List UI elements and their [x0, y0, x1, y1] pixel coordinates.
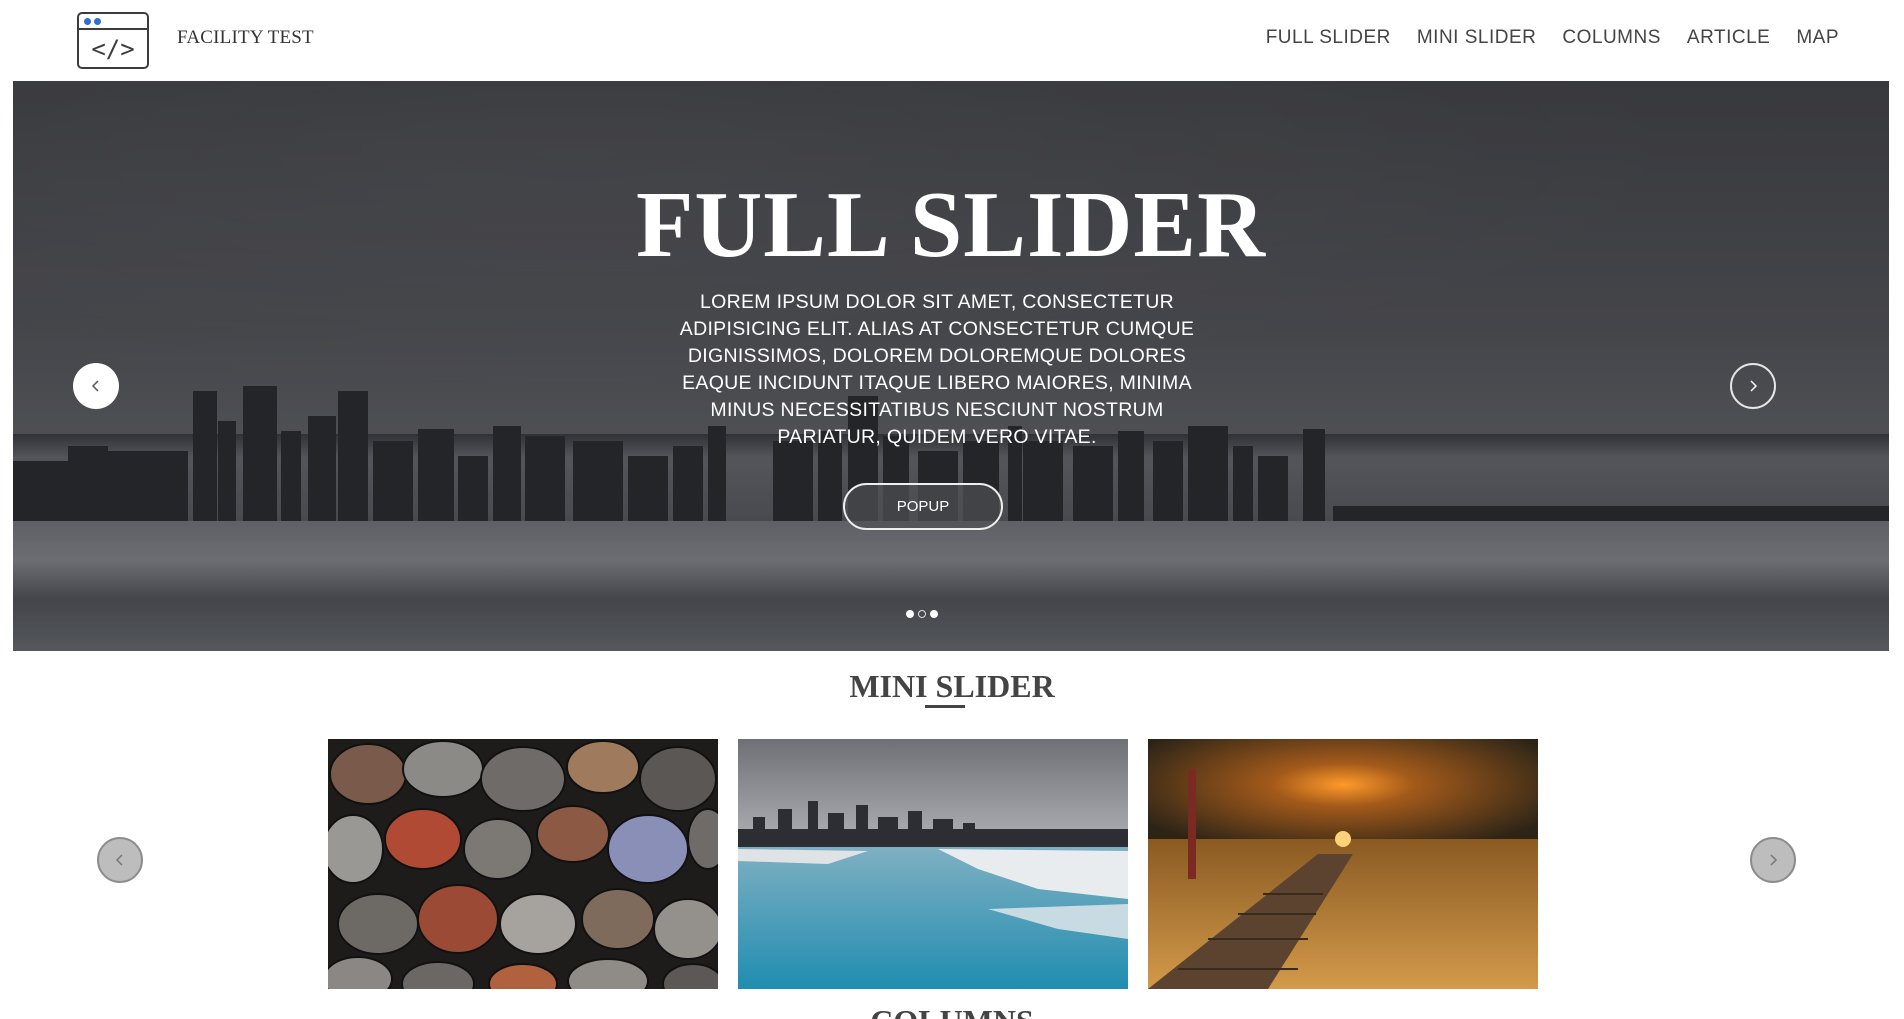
columns-section-title: COLUMNS [0, 1003, 1904, 1019]
nav-link-mini-slider[interactable]: MINI SLIDER [1417, 27, 1537, 49]
main-nav: FULL SLIDER MINI SLIDER COLUMNS ARTICLE … [1266, 27, 1839, 49]
nav-link-article[interactable]: ARTICLE [1687, 27, 1770, 49]
chevron-left-icon [91, 380, 99, 392]
chevron-right-icon [1770, 854, 1778, 866]
site-header: </> FACILITY TEST FULL SLIDER MINI SLIDE… [0, 0, 1904, 80]
full-slider: FULL SLIDER LOREM IPSUM DOLOR SIT AMET, … [13, 81, 1889, 651]
code-glyph: </> [91, 35, 135, 63]
slide-dot-3[interactable] [930, 610, 938, 618]
browser-code-icon[interactable]: </> [77, 12, 149, 69]
window-dot [94, 18, 101, 25]
nav-link-full-slider[interactable]: FULL SLIDER [1266, 27, 1391, 49]
slider-pagination [906, 610, 938, 618]
mini-prev-button[interactable] [97, 837, 143, 883]
brand-name[interactable]: FACILITY TEST [177, 27, 314, 49]
nav-link-columns[interactable]: COLUMNS [1562, 27, 1661, 49]
chevron-left-icon [115, 854, 123, 866]
hero-prev-button[interactable] [73, 363, 119, 409]
mini-slider-title: MINI SLIDER [849, 668, 1055, 704]
title-underline [925, 705, 965, 708]
mini-next-button[interactable] [1750, 837, 1796, 883]
popup-button[interactable]: POPUP [843, 483, 1003, 530]
hero-title: FULL SLIDER [635, 173, 1267, 277]
beach-sunset-image[interactable] [1148, 739, 1538, 989]
hero-next-button[interactable] [1730, 363, 1776, 409]
pebbles-image[interactable] [328, 739, 718, 989]
slide-dot-1[interactable] [906, 610, 914, 618]
nav-link-map[interactable]: MAP [1796, 27, 1839, 49]
chevron-right-icon [1750, 380, 1758, 392]
slide-dot-2[interactable] [918, 610, 926, 618]
window-dot [84, 18, 91, 25]
city-lake-image[interactable] [738, 739, 1128, 989]
hero-description: LOREM IPSUM DOLOR SIT AMET, CONSECTETUR … [679, 291, 1195, 448]
